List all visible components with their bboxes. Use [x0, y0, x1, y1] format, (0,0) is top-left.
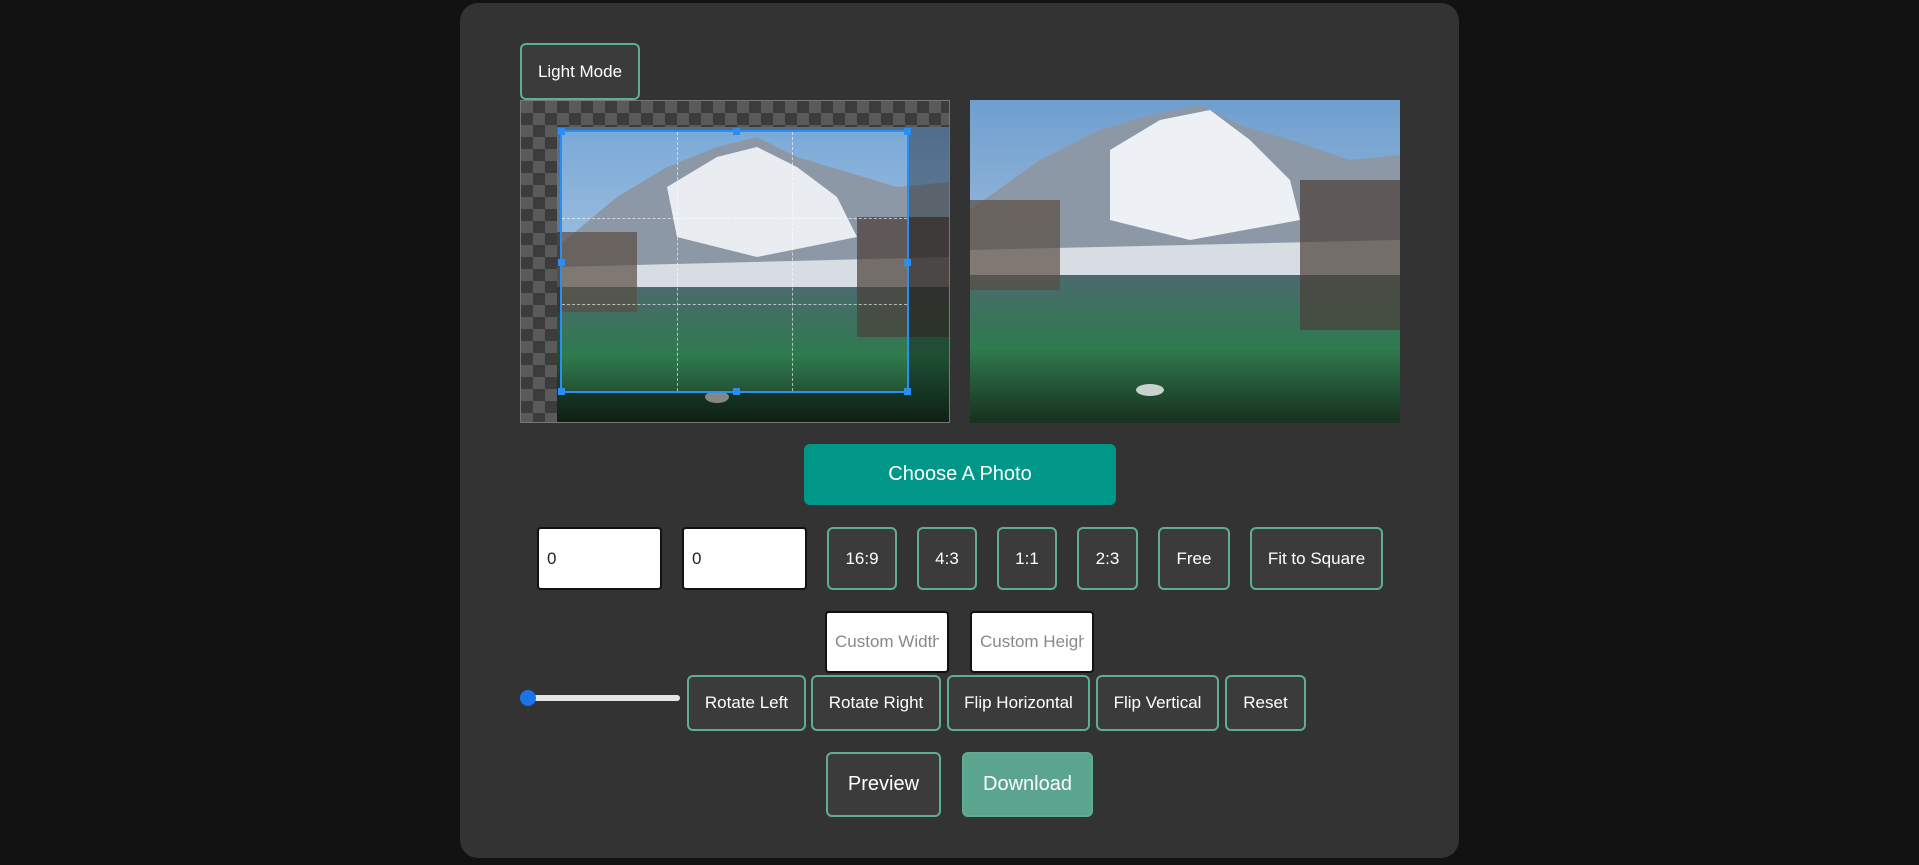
- crop-grid-v1: [676, 132, 678, 391]
- ratio-1-1-button[interactable]: 1:1: [997, 527, 1057, 590]
- ratio-free-button[interactable]: Free: [1158, 527, 1230, 590]
- crop-handle-ne[interactable]: [904, 128, 911, 135]
- width-input[interactable]: [537, 527, 662, 590]
- light-mode-toggle[interactable]: Light Mode: [520, 43, 640, 100]
- zoom-slider[interactable]: [520, 690, 680, 706]
- custom-width-input[interactable]: [825, 611, 949, 673]
- choose-photo-button[interactable]: Choose A Photo: [804, 444, 1116, 505]
- zoom-slider-thumb[interactable]: [520, 690, 536, 706]
- preview-scene: [970, 100, 1400, 423]
- rotate-left-button[interactable]: Rotate Left: [687, 675, 806, 731]
- fit-to-square-button[interactable]: Fit to Square: [1250, 527, 1383, 590]
- flip-horizontal-button[interactable]: Flip Horizontal: [947, 675, 1090, 731]
- ratio-4-3-button[interactable]: 4:3: [917, 527, 977, 590]
- zoom-slider-track: [520, 695, 680, 701]
- crop-handle-e[interactable]: [904, 259, 911, 266]
- preview-image: [970, 100, 1400, 423]
- reset-button[interactable]: Reset: [1225, 675, 1306, 731]
- crop-handle-n[interactable]: [733, 128, 740, 135]
- crop-grid-h1: [562, 218, 907, 220]
- rotate-right-button[interactable]: Rotate Right: [811, 675, 941, 731]
- crop-grid-h2: [562, 304, 907, 306]
- crop-handle-nw[interactable]: [558, 128, 565, 135]
- height-input[interactable]: [682, 527, 807, 590]
- ratio-16-9-button[interactable]: 16:9: [827, 527, 897, 590]
- ratio-2-3-button[interactable]: 2:3: [1077, 527, 1138, 590]
- download-button[interactable]: Download: [962, 752, 1093, 817]
- flip-vertical-button[interactable]: Flip Vertical: [1096, 675, 1219, 731]
- crop-handle-sw[interactable]: [558, 388, 565, 395]
- crop-grid-v2: [791, 132, 793, 391]
- custom-height-input[interactable]: [970, 611, 1094, 673]
- crop-handle-s[interactable]: [733, 388, 740, 395]
- preview-button[interactable]: Preview: [826, 752, 941, 817]
- crop-editor[interactable]: [520, 100, 950, 423]
- crop-box[interactable]: [558, 128, 911, 395]
- crop-handle-w[interactable]: [558, 259, 565, 266]
- crop-handle-se[interactable]: [904, 388, 911, 395]
